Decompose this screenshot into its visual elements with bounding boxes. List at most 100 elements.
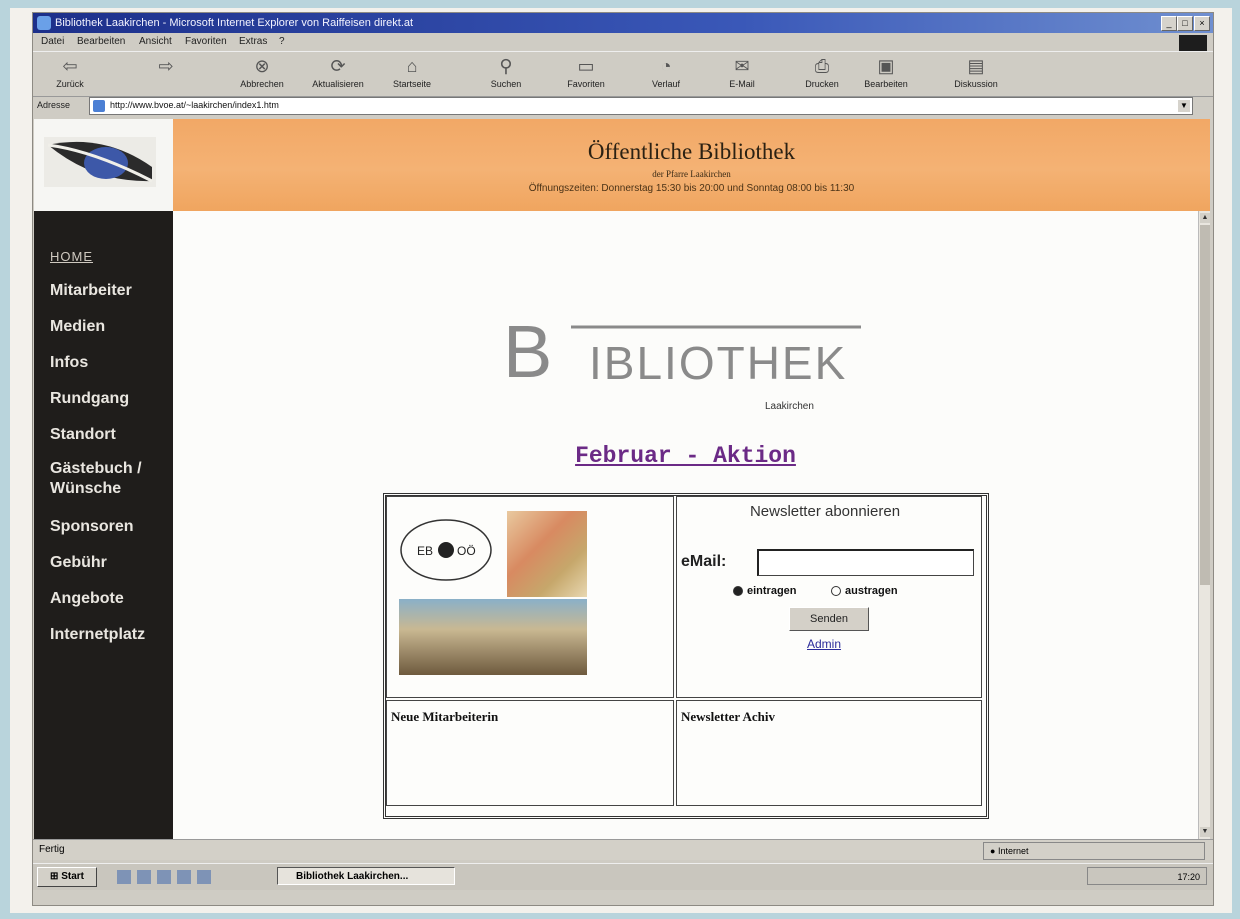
menu-datei[interactable]: Datei <box>41 33 64 51</box>
table-cell-newsletter: Newsletter abonnieren eMail: eintragen a… <box>676 496 982 698</box>
sidebar-item-rundgang[interactable]: Rundgang <box>50 389 129 409</box>
sidebar-item-gebuehr[interactable]: Gebühr <box>50 553 107 573</box>
print-button[interactable]: ⎙ Drucken <box>789 54 855 94</box>
toolbar: ⇦ Zurück ⇨ ⊗ Abbrechen ⟳ Aktualisieren ⌂… <box>33 51 1213 97</box>
radio-subscribe[interactable]: eintragen <box>733 585 797 597</box>
stop-icon: ⊗ <box>254 56 270 76</box>
address-url: http://www.bvoe.at/~laakirchen/index1.ht… <box>110 100 279 110</box>
web-page: Öffentliche Bibliothek der Pfarre Laakir… <box>34 119 1210 839</box>
newsletter-archive-heading: Newsletter Achiv <box>681 709 775 724</box>
menu-extras[interactable]: Extras <box>239 33 267 51</box>
logo-text: IBLIOTHEK <box>589 337 847 389</box>
windows-logo-icon <box>1179 35 1207 51</box>
folder-icon: ▭ <box>577 56 595 76</box>
quicklaunch-app-icon[interactable] <box>197 870 211 884</box>
clock: 17:20 <box>1177 872 1200 882</box>
sidebar-item-mitarbeiter[interactable]: Mitarbeiter <box>50 281 132 301</box>
quicklaunch-channels-icon[interactable] <box>177 870 191 884</box>
page-title: Öffentliche Bibliothek <box>587 139 796 164</box>
minimize-button[interactable]: _ <box>1161 16 1177 31</box>
history-button[interactable]: ◔ Verlauf <box>633 54 699 94</box>
menu-help[interactable]: ? <box>279 33 285 51</box>
logo-initial: B <box>503 310 552 393</box>
svg-text:OÖ: OÖ <box>457 544 476 558</box>
search-button[interactable]: ⚲ Suchen <box>473 54 539 94</box>
taskbar-window-button[interactable]: Bibliothek Laakirchen... <box>277 867 455 885</box>
refresh-label: Aktualisieren <box>312 79 364 89</box>
sidebar-item-sponsoren[interactable]: Sponsoren <box>50 517 134 537</box>
radio-checked-icon <box>733 586 743 597</box>
search-label: Suchen <box>490 79 522 89</box>
bibliothek-logo: B IBLIOTHEK <box>503 310 861 393</box>
sidebar-item-medien[interactable]: Medien <box>50 317 105 337</box>
start-button[interactable]: ⊞ Start <box>37 867 97 887</box>
favorites-button[interactable]: ▭ Favoriten <box>553 54 619 94</box>
discuss-label: Diskussion <box>954 79 998 89</box>
send-button[interactable]: Senden <box>789 607 869 631</box>
stop-button[interactable]: ⊗ Abbrechen <box>229 54 295 94</box>
header-banner: Öffentliche Bibliothek der Pfarre Laakir… <box>173 119 1210 211</box>
home-button[interactable]: ⌂ Startseite <box>379 54 445 94</box>
quicklaunch-outlook-icon[interactable] <box>157 870 171 884</box>
table-cell-new-staff: Neue Mitarbeiterin <box>386 700 674 806</box>
aktion-link-text[interactable]: Februar - Aktion <box>575 443 796 469</box>
forward-button[interactable]: ⇨ <box>133 54 199 94</box>
globe-icon: ● <box>990 846 996 856</box>
home-icon: ⌂ <box>406 56 418 76</box>
address-label: Adresse <box>37 100 71 110</box>
email-label: eMail: <box>681 553 727 570</box>
back-label: Zurück <box>56 79 84 89</box>
sidebar-item-standort[interactable]: Standort <box>50 425 116 445</box>
back-button[interactable]: ⇦ Zurück <box>37 54 103 94</box>
history-icon: ◔ <box>660 56 672 76</box>
discussion-icon: ▤ <box>967 56 985 76</box>
sidebar-item-angebote[interactable]: Angebote <box>50 589 124 609</box>
sidebar-item-internetplatz[interactable]: Internetplatz <box>50 625 145 645</box>
map-image <box>507 511 587 597</box>
address-input[interactable]: http://www.bvoe.at/~laakirchen/index1.ht… <box>89 97 1193 115</box>
refresh-icon: ⟳ <box>330 56 346 76</box>
vertical-scrollbar[interactable]: ▲ ▼ <box>1198 211 1210 839</box>
zone-label: Internet <box>997 846 1029 856</box>
radio-unchecked-icon <box>831 586 841 597</box>
aktion-link[interactable]: Februar - Aktion <box>173 443 1198 469</box>
scroll-thumb[interactable] <box>1200 225 1210 585</box>
email-field[interactable] <box>757 549 974 576</box>
history-label: Verlauf <box>651 79 681 89</box>
browser-window: Bibliothek Laakirchen - Microsoft Intern… <box>32 12 1214 906</box>
newsletter-title: Newsletter abonnieren <box>749 503 901 520</box>
address-bar: Adresse http://www.bvoe.at/~laakirchen/i… <box>33 95 1213 117</box>
stop-label: Abbrechen <box>240 79 284 89</box>
discuss-button[interactable]: ▤ Diskussion <box>943 54 1009 94</box>
close-button[interactable]: × <box>1194 16 1210 31</box>
home-label: Startseite <box>392 79 432 89</box>
edit-label: Bearbeiten <box>864 79 908 89</box>
sidebar-item-home[interactable]: HOME <box>50 247 93 267</box>
scroll-down-icon[interactable]: ▼ <box>1200 827 1210 837</box>
edit-button[interactable]: ▣ Bearbeiten <box>853 54 919 94</box>
eb-ooe-logo: EB OÖ <box>400 519 492 581</box>
admin-link[interactable]: Admin <box>807 637 841 651</box>
refresh-button[interactable]: ⟳ Aktualisieren <box>305 54 371 94</box>
page-icon <box>93 100 105 112</box>
favorites-label: Favoriten <box>567 79 605 89</box>
menu-favoriten[interactable]: Favoriten <box>185 33 227 51</box>
sidebar-item-gaestebuch[interactable]: Gästebuch / Wünsche <box>50 459 160 499</box>
radio-unsubscribe[interactable]: austragen <box>831 585 898 597</box>
radio-unsubscribe-label: austragen <box>845 585 898 597</box>
scroll-up-icon[interactable]: ▲ <box>1200 213 1210 223</box>
quicklaunch-ie-icon[interactable] <box>137 870 151 884</box>
forward-arrow-icon: ⇨ <box>158 56 174 76</box>
address-dropdown-icon[interactable]: ▼ <box>1178 100 1190 112</box>
quicklaunch-desktop-icon[interactable] <box>117 870 131 884</box>
sidebar-item-infos[interactable]: Infos <box>50 353 88 373</box>
mail-button[interactable]: ✉ E-Mail <box>709 54 775 94</box>
taskbar: ⊞ Start Bibliothek Laakirchen... 17:20 <box>33 863 1213 890</box>
table-cell-images: EB OÖ <box>386 496 674 698</box>
menu-ansicht[interactable]: Ansicht <box>139 33 172 51</box>
security-zone: ● Internet <box>983 842 1205 860</box>
menu-bearbeiten[interactable]: Bearbeiten <box>77 33 125 51</box>
title-bar: Bibliothek Laakirchen - Microsoft Intern… <box>33 13 1213 33</box>
site-logo[interactable] <box>34 119 175 211</box>
maximize-button[interactable]: □ <box>1177 16 1193 31</box>
